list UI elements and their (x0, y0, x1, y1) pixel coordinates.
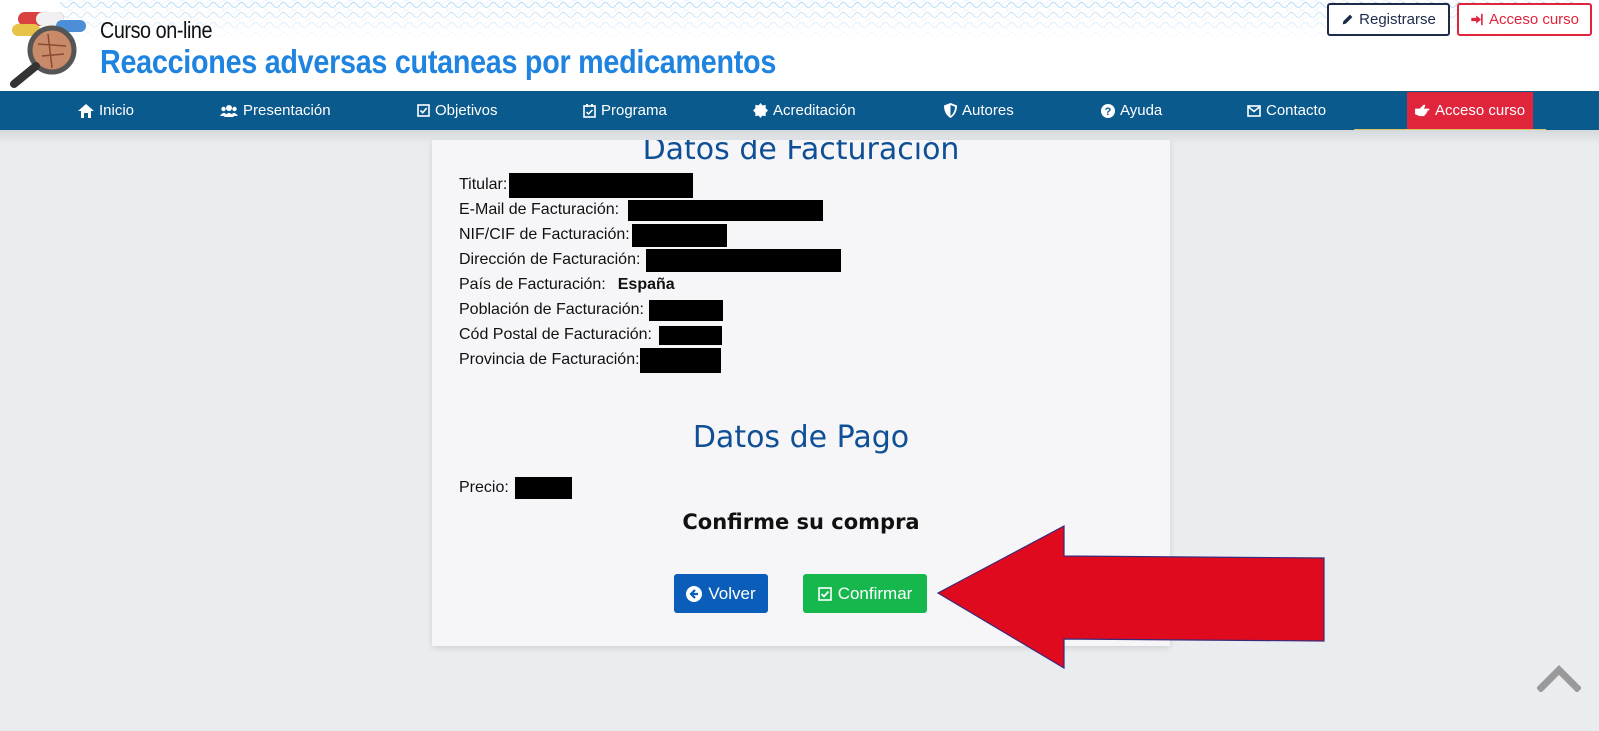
logo-magnifier-icon (10, 12, 86, 88)
nav-item-autores[interactable]: Autores (944, 91, 1014, 130)
billing-country-label: País de Facturación: (459, 276, 606, 293)
nav-item-ayuda[interactable]: ? Ayuda (1101, 91, 1162, 130)
redacted-price (514, 477, 572, 499)
home-icon (78, 103, 94, 118)
billing-city-row: Población de Facturación: (459, 298, 723, 322)
nav-item-objetivos[interactable]: Objetivos (417, 91, 498, 130)
billing-country-value: España (617, 276, 675, 293)
billing-address-label: Dirección de Facturación: (459, 251, 641, 268)
brand-title: Reacciones adversas cutaneas por medicam… (100, 43, 777, 80)
nav-item-acceso-curso[interactable]: Acceso curso (1407, 92, 1534, 129)
billing-zip-row: Cód Postal de Facturación: (459, 323, 722, 347)
nav-item-label: Objetivos (435, 102, 498, 119)
certificate-icon (753, 103, 768, 118)
nav-item-acreditacion[interactable]: Acreditación (753, 91, 856, 130)
red-pointer-arrow-annotation (937, 525, 1325, 669)
nav-item-label: Acceso curso (1435, 102, 1526, 119)
nav-item-label: Presentación (243, 102, 331, 119)
scroll-to-top-chevron-icon[interactable] (1537, 664, 1581, 692)
users-icon (220, 105, 238, 117)
billing-email-row: E-Mail de Facturación: (459, 198, 824, 222)
register-button[interactable]: Registrarse (1327, 3, 1450, 36)
redacted-city (649, 299, 723, 321)
register-button-label: Registrarse (1359, 11, 1436, 28)
pencil-icon (1342, 14, 1353, 25)
nav-item-label: Ayuda (1120, 102, 1163, 119)
access-course-button[interactable]: Acceso curso (1457, 3, 1592, 36)
question-circle-icon: ? (1101, 103, 1115, 118)
billing-province-row: Provincia de Facturación: (459, 347, 721, 373)
nav-item-contacto[interactable]: Contacto (1247, 91, 1326, 130)
billing-zip-label: Cód Postal de Facturación: (459, 326, 652, 343)
hand-point-icon (1415, 104, 1430, 117)
billing-country-row: País de Facturación: España (459, 273, 675, 297)
billing-titular-row: Titular: (459, 172, 694, 198)
back-button[interactable]: Volver (674, 574, 768, 613)
payment-section-title: Datos de Pago (692, 420, 910, 455)
arrow-circle-left-icon (686, 585, 703, 602)
brand-subtitle: Curso on-line (100, 17, 213, 43)
billing-section-title: Datos de Facturación (642, 140, 960, 167)
site-header: Curso on-line Reacciones adversas cutane… (0, 0, 1599, 91)
nav-item-label: Programa (601, 102, 667, 119)
nav-item-label: Autores (962, 102, 1014, 119)
nav-item-label: Acreditación (773, 102, 856, 119)
envelope-icon (1247, 104, 1261, 117)
payment-price-row: Precio: (459, 476, 572, 500)
redacted-titular (509, 172, 694, 198)
billing-city-label: Población de Facturación: (459, 301, 644, 318)
access-course-button-label: Acceso curso (1488, 11, 1580, 28)
back-button-label: Volver (708, 583, 756, 603)
check-square-icon (817, 586, 832, 601)
calendar-check-icon (583, 103, 596, 118)
shield-icon (944, 103, 957, 118)
sign-in-icon (1471, 13, 1483, 26)
nav-item-label: Contacto (1266, 102, 1327, 119)
billing-email-label: E-Mail de Facturación: (459, 201, 620, 218)
nav-item-programa[interactable]: Programa (583, 91, 667, 130)
confirm-button-label: Confirmar (837, 583, 913, 603)
nav-item-label: Inicio (99, 102, 135, 119)
billing-address-row: Dirección de Facturación: (459, 248, 842, 272)
billing-nif-label: NIF/CIF de Facturación: (459, 226, 630, 243)
nav-item-presentacion[interactable]: Presentación (220, 91, 331, 130)
redacted-province (639, 347, 721, 373)
confirm-button[interactable]: Confirmar (803, 574, 927, 613)
redacted-nif (631, 223, 727, 247)
check-square-icon (417, 104, 430, 117)
nav-item-inicio[interactable]: Inicio (78, 91, 134, 130)
payment-price-label: Precio: (459, 479, 509, 496)
billing-titular-label: Titular: (459, 176, 508, 193)
billing-province-label: Provincia de Facturación: (459, 351, 640, 368)
redacted-email (628, 199, 824, 221)
main-navbar: Inicio Presentación Objetivos Programa A… (0, 91, 1599, 130)
redacted-address (646, 248, 842, 272)
svg-text:?: ? (1105, 106, 1112, 118)
redacted-zip (659, 325, 722, 345)
billing-nif-row: NIF/CIF de Facturación: (459, 223, 727, 247)
